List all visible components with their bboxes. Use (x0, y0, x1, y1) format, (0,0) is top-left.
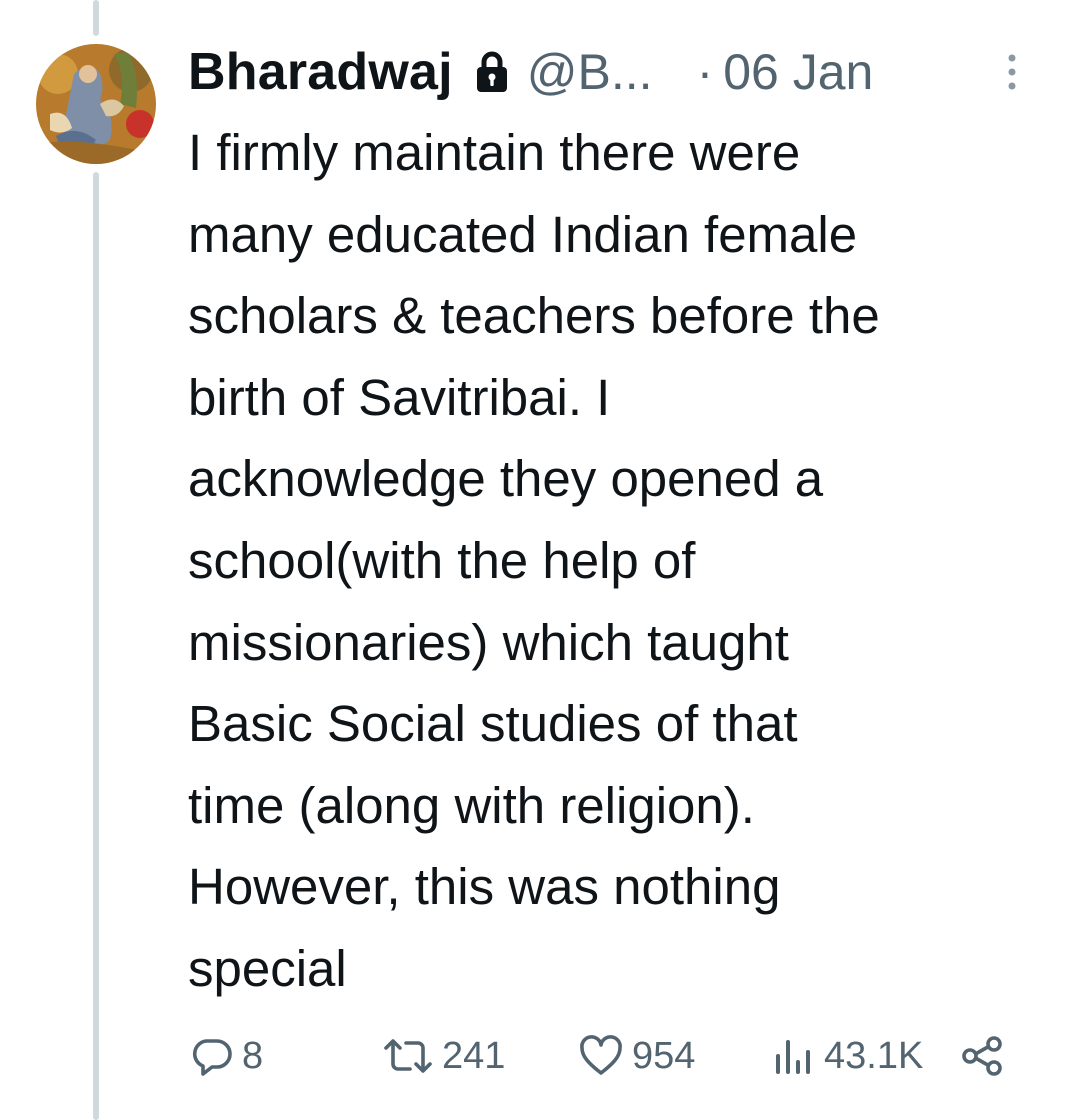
share-icon (960, 1034, 1004, 1078)
lock-icon (475, 50, 509, 94)
retweet-count: 241 (442, 1034, 506, 1077)
views-chart-icon (772, 1034, 816, 1078)
share-button[interactable] (960, 1026, 1004, 1086)
tweet-date[interactable]: 06 Jan (723, 43, 873, 101)
views-count: 43.1K (824, 1034, 924, 1077)
reply-count: 8 (242, 1034, 264, 1077)
heart-icon (578, 1034, 624, 1078)
thread-line-top (93, 0, 99, 36)
thread-line-bottom (93, 172, 99, 1120)
author-handle[interactable]: @B... (527, 43, 653, 101)
like-count: 954 (632, 1034, 696, 1077)
like-button[interactable]: 954 (578, 1026, 695, 1086)
retweet-icon (382, 1034, 434, 1078)
avatar[interactable] (36, 44, 156, 164)
author-name[interactable]: Bharadwaj (188, 42, 453, 102)
reply-icon (190, 1034, 234, 1078)
action-bar: 8 241 954 43.1K (190, 1026, 1030, 1086)
views-button[interactable]: 43.1K (772, 1026, 923, 1086)
reply-button[interactable]: 8 (190, 1026, 263, 1086)
tweet-text: I firmly maintain there were many educat… (188, 124, 880, 997)
more-vertical-icon[interactable] (1006, 50, 1018, 94)
separator-dot: · (696, 44, 714, 100)
retweet-button[interactable]: 241 (382, 1026, 505, 1086)
tweet-header: Bharadwaj @B... · 06 Jan (188, 36, 1048, 108)
